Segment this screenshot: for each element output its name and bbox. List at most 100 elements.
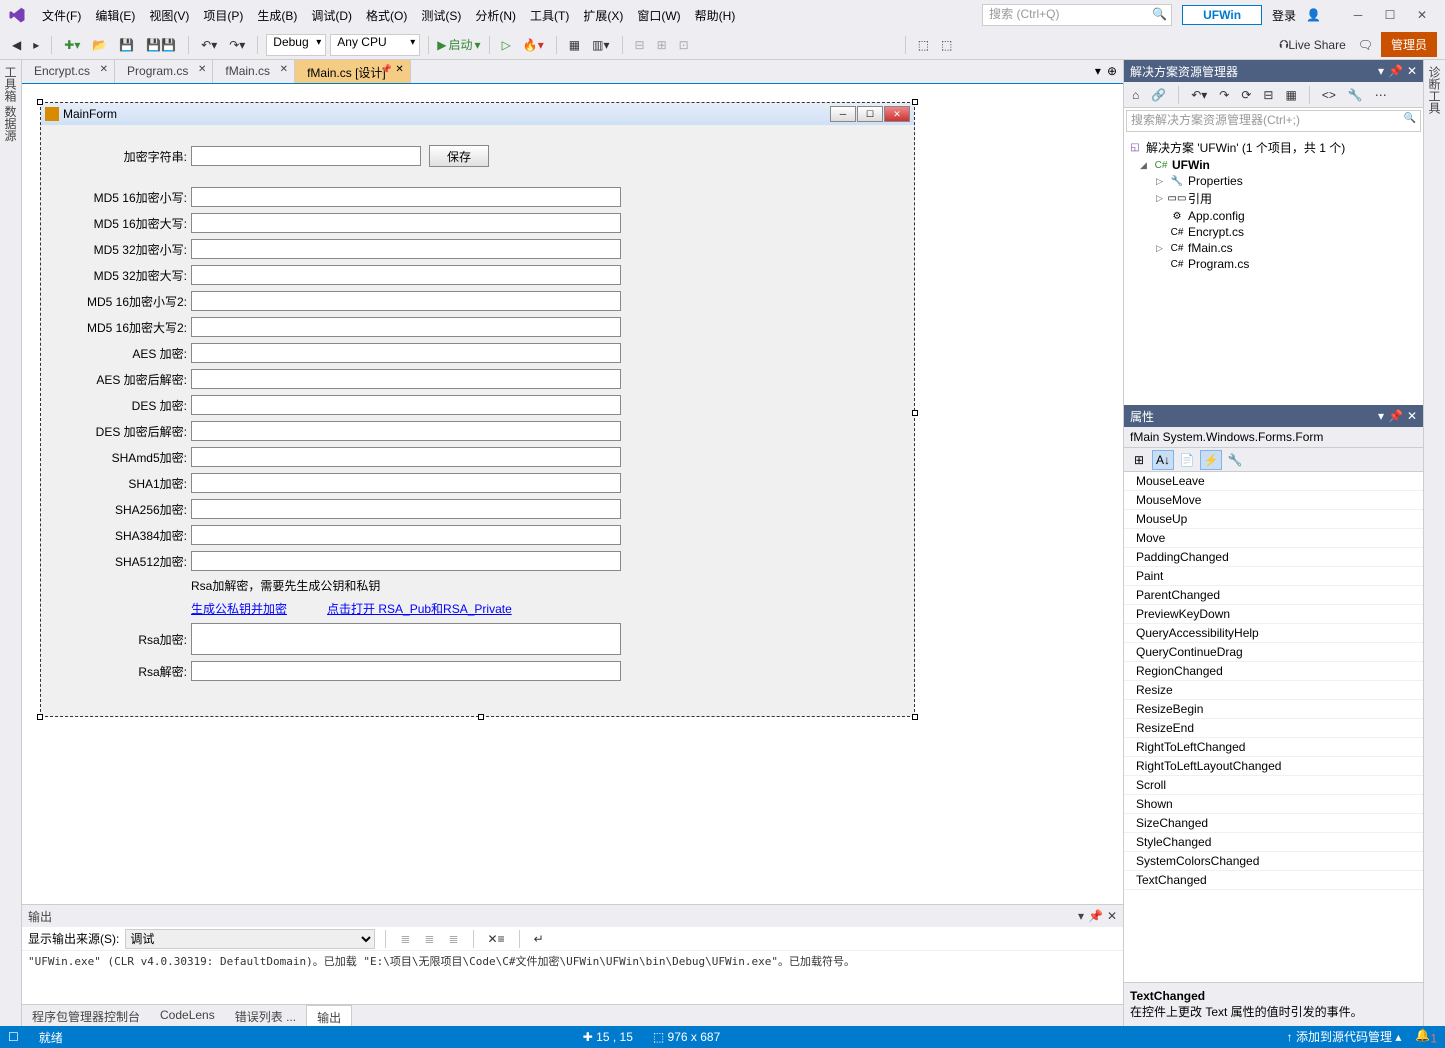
form-input[interactable] bbox=[191, 473, 621, 493]
form-input[interactable] bbox=[191, 499, 621, 519]
notif-icon[interactable]: 🔔1 bbox=[1415, 1028, 1437, 1045]
form-input[interactable] bbox=[191, 395, 621, 415]
property-row[interactable]: TextChanged bbox=[1124, 871, 1423, 890]
bottom-tab[interactable]: 错误列表 ... bbox=[225, 1005, 306, 1026]
form-close-button[interactable]: ✕ bbox=[884, 106, 910, 122]
doc-tab[interactable]: fMain.cs✕ bbox=[213, 60, 295, 83]
menu-N[interactable]: 分析(N) bbox=[469, 3, 522, 28]
tree-item[interactable]: ⚙App.config bbox=[1128, 208, 1419, 224]
platform-dropdown[interactable]: Any CPU bbox=[330, 34, 420, 56]
doc-tab[interactable]: Program.cs✕ bbox=[115, 60, 213, 83]
form-input[interactable] bbox=[191, 369, 621, 389]
props-button[interactable]: 📄 bbox=[1176, 450, 1198, 470]
clear-output-button[interactable]: ✕≡ bbox=[484, 930, 509, 948]
pr-pin-icon[interactable]: 📌 bbox=[1388, 409, 1403, 423]
form-input[interactable] bbox=[191, 551, 621, 571]
wrap-output-button[interactable]: ↵ bbox=[530, 930, 548, 948]
align-btn-3[interactable]: ⊡ bbox=[675, 36, 693, 54]
panel-close-icon[interactable]: ✕ bbox=[1107, 909, 1117, 923]
save-button[interactable]: 💾 bbox=[115, 36, 138, 54]
bottom-tab[interactable]: 程序包管理器控制台 bbox=[22, 1005, 150, 1026]
form-input[interactable] bbox=[191, 291, 621, 311]
new-project-button[interactable]: ✚▾ bbox=[60, 36, 84, 54]
se-sync-icon[interactable]: 🔗 bbox=[1147, 86, 1170, 104]
doc-tab[interactable]: Encrypt.cs✕ bbox=[22, 60, 115, 83]
form-input[interactable] bbox=[191, 343, 621, 363]
menu-B[interactable]: 生成(B) bbox=[251, 3, 303, 28]
property-row[interactable]: MouseLeave bbox=[1124, 472, 1423, 491]
property-row[interactable]: Resize bbox=[1124, 681, 1423, 700]
se-pin-icon[interactable]: 📌 bbox=[1388, 64, 1403, 78]
property-row[interactable]: Scroll bbox=[1124, 776, 1423, 795]
undo-button[interactable]: ↶▾ bbox=[197, 36, 221, 54]
form-input[interactable] bbox=[191, 421, 621, 441]
redo-button[interactable]: ↷▾ bbox=[225, 36, 249, 54]
login-link[interactable]: 登录 bbox=[1272, 7, 1296, 24]
form-input[interactable] bbox=[191, 265, 621, 285]
config-dropdown[interactable]: Debug bbox=[266, 34, 326, 56]
form-input[interactable] bbox=[191, 146, 421, 166]
minimize-button[interactable]: ─ bbox=[1343, 5, 1373, 25]
tree-item[interactable]: C#Encrypt.cs bbox=[1128, 224, 1419, 240]
maximize-button[interactable]: ☐ bbox=[1375, 5, 1405, 25]
back-button[interactable]: ◀ bbox=[8, 36, 25, 54]
menu-F[interactable]: 文件(F) bbox=[36, 3, 87, 28]
se-close-icon[interactable]: ✕ bbox=[1407, 64, 1417, 78]
rsa-enc-input[interactable] bbox=[191, 623, 621, 655]
property-row[interactable]: RightToLeftLayoutChanged bbox=[1124, 757, 1423, 776]
tree-item[interactable]: ▷C#fMain.cs bbox=[1128, 240, 1419, 256]
menu-T[interactable]: 工具(T) bbox=[524, 3, 575, 28]
menu-D[interactable]: 调试(D) bbox=[305, 3, 358, 28]
menu-O[interactable]: 格式(O) bbox=[360, 3, 413, 28]
tree-solution[interactable]: ◱解决方案 'UFWin' (1 个项目，共 1 个) bbox=[1128, 138, 1419, 157]
doc-tab[interactable]: fMain.cs [设计]📌✕ bbox=[295, 60, 411, 83]
form-designer-surface[interactable]: MainForm ─ ☐ ✕ 加密字符串:保存MD5 16加密小写:MD5 16… bbox=[22, 84, 1123, 904]
output-text[interactable]: "UFWin.exe" (CLR v4.0.30319: DefaultDoma… bbox=[22, 951, 1123, 1004]
se-showall-icon[interactable]: ▦ bbox=[1281, 86, 1300, 104]
rsa-open-link[interactable]: 点击打开 RSA_Pub和RSA_Private bbox=[327, 600, 512, 617]
out-btn-2[interactable]: ≣ bbox=[420, 930, 438, 948]
property-row[interactable]: QueryContinueDrag bbox=[1124, 643, 1423, 662]
property-row[interactable]: MouseUp bbox=[1124, 510, 1423, 529]
menu-W[interactable]: 窗口(W) bbox=[631, 3, 686, 28]
form-min-button[interactable]: ─ bbox=[830, 106, 856, 122]
start-button[interactable]: ▶ 启动 ▾ bbox=[437, 36, 480, 53]
project-name-box[interactable]: UFWin bbox=[1182, 5, 1262, 25]
property-row[interactable]: StyleChanged bbox=[1124, 833, 1423, 852]
form-max-button[interactable]: ☐ bbox=[857, 106, 883, 122]
layout-btn-2[interactable]: ▥▾ bbox=[588, 36, 613, 54]
output-source-dropdown[interactable]: 调试 bbox=[125, 929, 375, 949]
global-search-input[interactable]: 搜索 (Ctrl+Q) bbox=[982, 4, 1172, 26]
property-row[interactable]: Paint bbox=[1124, 567, 1423, 586]
se-fwd-icon[interactable]: ↷ bbox=[1215, 86, 1233, 104]
out-btn-1[interactable]: ≣ bbox=[396, 930, 414, 948]
form-input[interactable] bbox=[191, 317, 621, 337]
property-row[interactable]: QueryAccessibilityHelp bbox=[1124, 624, 1423, 643]
solution-search-input[interactable]: 搜索解决方案资源管理器(Ctrl+;) bbox=[1126, 110, 1421, 132]
se-more-icon[interactable]: ⋯ bbox=[1371, 86, 1391, 104]
se-code-icon[interactable]: <> bbox=[1318, 86, 1340, 104]
extension-btn-2[interactable]: ⬚ bbox=[937, 36, 956, 54]
alphabetical-button[interactable]: A↓ bbox=[1152, 450, 1174, 470]
menu-V[interactable]: 视图(V) bbox=[143, 3, 195, 28]
hot-reload-button[interactable]: 🔥▾ bbox=[519, 36, 548, 54]
categorized-button[interactable]: ⊞ bbox=[1128, 450, 1150, 470]
properties-object-selector[interactable]: fMain System.Windows.Forms.Form bbox=[1124, 427, 1423, 448]
start-noDebug-button[interactable]: ▷ bbox=[498, 36, 515, 54]
toolbox-sidetab[interactable]: 工具箱 数据源 bbox=[0, 60, 22, 1026]
open-button[interactable]: 📂 bbox=[88, 36, 111, 54]
se-back-icon[interactable]: ↶▾ bbox=[1187, 86, 1211, 104]
forward-button[interactable]: ▸ bbox=[29, 36, 43, 54]
property-row[interactable]: ResizeEnd bbox=[1124, 719, 1423, 738]
menu-X[interactable]: 扩展(X) bbox=[577, 3, 629, 28]
form-input[interactable] bbox=[191, 213, 621, 233]
tree-item[interactable]: ▷▭▭引用 bbox=[1128, 189, 1419, 208]
tree-project[interactable]: ◢C#UFWin bbox=[1128, 157, 1419, 173]
bottom-tab[interactable]: 输出 bbox=[306, 1005, 352, 1026]
menu-H[interactable]: 帮助(H) bbox=[689, 3, 742, 28]
se-collapse-icon[interactable]: ⊟ bbox=[1259, 86, 1277, 104]
solution-tree[interactable]: ◱解决方案 'UFWin' (1 个项目，共 1 个)◢C#UFWin▷🔧Pro… bbox=[1124, 134, 1423, 405]
property-row[interactable]: PreviewKeyDown bbox=[1124, 605, 1423, 624]
form-input[interactable] bbox=[191, 525, 621, 545]
align-btn-2[interactable]: ⊞ bbox=[653, 36, 671, 54]
